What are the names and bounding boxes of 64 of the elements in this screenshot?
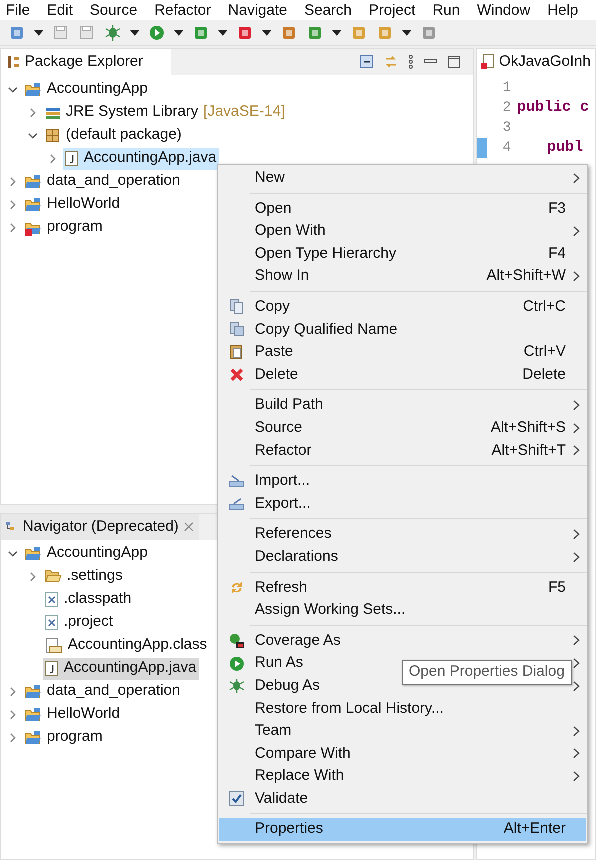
- item-label: (default package): [66, 125, 182, 146]
- tab-title: OkJavaGoInh: [499, 52, 591, 72]
- item-label: AccountingApp.java: [84, 148, 217, 168]
- shortcut-label: Alt+Shift+T: [492, 440, 566, 461]
- menu-item-label: Copy: [255, 297, 290, 318]
- line-number: 1: [502, 78, 512, 98]
- menu-item-label: Properties: [255, 819, 324, 840]
- shortcut-label: Ctrl+C: [523, 297, 566, 318]
- shortcut-label: Alt+Shift+S: [490, 418, 566, 438]
- menu-item-label: Compare With: [255, 744, 351, 764]
- item-label: AccountingApp: [47, 79, 148, 100]
- menu-item-label: Export...: [255, 494, 311, 514]
- menu-item-label: Restore from Local History...: [255, 698, 444, 719]
- item-label: AccountingApp.class: [68, 635, 208, 656]
- menu-item-label: Show In: [255, 266, 310, 286]
- tab-title: Package Explorer: [25, 52, 144, 72]
- shortcut-label: F4: [548, 244, 566, 264]
- menu-item-label: Delete: [255, 364, 298, 385]
- item-label: JRE System Library: [66, 102, 199, 122]
- menu-item-label: Refactor: [255, 440, 312, 461]
- menu-item-label: References: [255, 524, 332, 544]
- item-label: data_and_operation: [47, 681, 180, 702]
- menu-item-label: Declarations: [255, 546, 338, 567]
- item-label: .classpath: [64, 589, 132, 610]
- menu-item-label: Run As: [255, 653, 304, 674]
- tooltip: Open Properties Dialog: [402, 660, 572, 685]
- menu-item-label: New: [255, 168, 286, 188]
- item-label: AccountingApp: [47, 543, 148, 564]
- menu-item-label: Refresh: [255, 578, 308, 598]
- menu-item-label: Debug As: [255, 676, 320, 696]
- shortcut-label: Delete: [522, 364, 566, 385]
- menu-item-label: Team: [255, 721, 292, 742]
- menu-item-label: Import...: [255, 471, 310, 492]
- shortcut-label: F5: [548, 578, 566, 598]
- item-label: program: [47, 727, 103, 748]
- item-label: HelloWorld: [47, 194, 120, 214]
- line-number: 3: [502, 118, 512, 138]
- menu-item-label: Source: [255, 418, 303, 438]
- menu-item-label: Open: [255, 198, 292, 219]
- shortcut-label: Alt+Enter: [504, 819, 566, 840]
- menu-item-label: Validate: [255, 788, 308, 809]
- item-decoration: [JavaSE-14]: [204, 102, 286, 122]
- item-label: data_and_operation: [47, 171, 180, 192]
- shortcut-label: Ctrl+V: [524, 342, 566, 362]
- tab-title: Navigator (Deprecated): [23, 516, 179, 537]
- shortcut-label: Alt+Shift+W: [486, 266, 566, 286]
- line-number: 2: [502, 98, 512, 118]
- code-line: publ: [546, 138, 584, 158]
- menu-item-label: Open With: [255, 221, 326, 242]
- menu-item-label: Coverage As: [255, 630, 341, 651]
- item-label: AccountingApp.java: [64, 658, 197, 678]
- menu-item-label: Assign Working Sets...: [255, 600, 406, 620]
- item-label: .project: [64, 612, 114, 632]
- line-number: 4: [502, 138, 512, 158]
- code-line: public c: [517, 98, 590, 118]
- menu-item-label: Copy Qualified Name: [255, 320, 398, 340]
- item-label: HelloWorld: [47, 704, 120, 724]
- item-label: .settings: [67, 566, 123, 586]
- menu-item-label: Paste: [255, 342, 294, 362]
- item-label: program: [47, 217, 103, 238]
- menu-item-label: Open Type Hierarchy: [255, 244, 396, 264]
- menu-item-label: Replace With: [255, 766, 344, 786]
- shortcut-label: F3: [548, 198, 566, 219]
- menu-item-label: Build Path: [255, 395, 324, 416]
